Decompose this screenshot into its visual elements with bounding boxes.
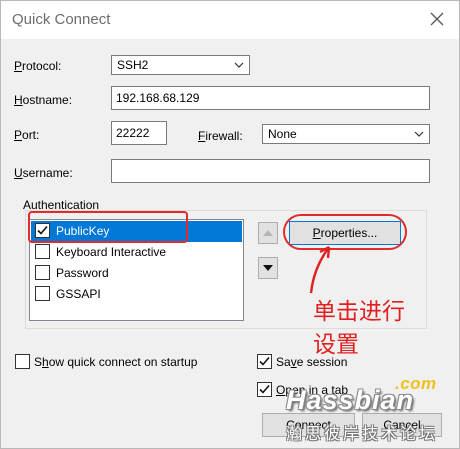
checkmark-icon [259, 356, 270, 366]
window-title: Quick Connect [12, 11, 111, 28]
port-label: Port: [14, 128, 40, 142]
keyboard-interactive-checkbox[interactable] [35, 244, 50, 259]
hostname-input[interactable]: 192.168.68.129 [111, 86, 430, 110]
move-down-button[interactable] [258, 257, 278, 279]
hostname-value: 192.168.68.129 [116, 91, 200, 105]
triangle-down-icon [263, 265, 273, 271]
list-item-label: GSSAPI [56, 287, 101, 301]
gssapi-checkbox[interactable] [35, 286, 50, 301]
watermark-subtitle: 瀚思彼岸技术论坛 [286, 424, 439, 443]
list-item-label: Password [56, 266, 109, 280]
list-item-password[interactable]: Password [31, 263, 242, 284]
move-up-button[interactable] [258, 222, 278, 244]
hostname-label: Hostname: [14, 93, 73, 107]
list-item-gssapi[interactable]: GSSAPI [31, 284, 242, 305]
show-on-startup-checkbox[interactable] [15, 354, 30, 369]
annotation-arrow-icon [309, 245, 331, 294]
watermark-brand: Hassbian [286, 385, 415, 415]
annotation-line-2: 设置 [313, 332, 359, 358]
checkmark-icon [259, 384, 270, 394]
port-input[interactable]: 22222 [111, 121, 167, 145]
protocol-label: Protocol: [14, 59, 62, 73]
protocol-value: SSH2 [117, 58, 149, 72]
list-item-label: Keyboard Interactive [56, 245, 167, 259]
highlight-properties [283, 214, 407, 250]
chevron-down-icon [234, 62, 244, 68]
firewall-value: None [268, 127, 297, 141]
username-label: Username: [14, 166, 73, 180]
highlight-publickey [28, 211, 188, 243]
open-in-tab-checkbox[interactable] [257, 382, 272, 397]
protocol-select[interactable]: SSH2 [111, 55, 250, 75]
port-value: 22222 [116, 126, 150, 140]
annotation-line-1: 单击进行 [313, 299, 405, 325]
close-icon [430, 12, 444, 26]
save-session-checkbox[interactable] [257, 354, 272, 369]
username-input[interactable] [111, 159, 430, 183]
firewall-select[interactable]: None [262, 124, 430, 144]
close-button[interactable] [425, 7, 449, 31]
annotation-text: 单击进行 设置 [313, 296, 423, 362]
password-checkbox[interactable] [35, 265, 50, 280]
chevron-down-icon [414, 131, 424, 137]
triangle-up-icon [263, 230, 273, 236]
title-bar: Quick Connect [1, 1, 459, 39]
show-on-startup-label: Show quick connect on startup [34, 355, 198, 369]
list-item-keyboard-interactive[interactable]: Keyboard Interactive [31, 242, 242, 263]
firewall-label: Firewall: [198, 129, 243, 143]
